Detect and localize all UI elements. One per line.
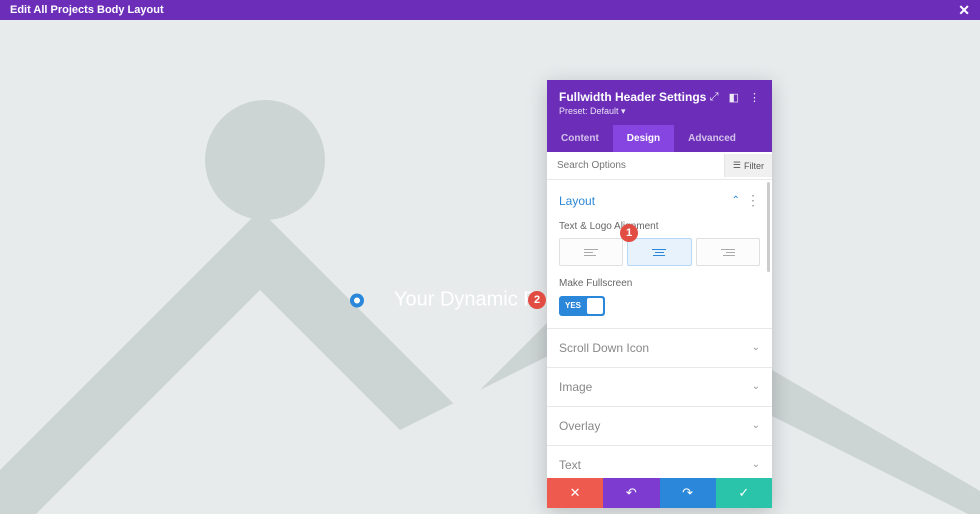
panel-footer: ✕ ↶ ↷ ✓ xyxy=(547,478,772,508)
text-align-label: Text & Logo Alignment xyxy=(559,221,760,232)
section-image-title: Image xyxy=(559,380,592,394)
tabs: Content Design Advanced xyxy=(547,125,772,152)
align-center-button[interactable] xyxy=(627,238,691,266)
section-scroll-title: Scroll Down Icon xyxy=(559,341,649,355)
panel-title: Fullwidth Header Settings xyxy=(559,90,706,104)
section-layout-title: Layout xyxy=(559,194,595,208)
chevron-down-icon: ⌄ xyxy=(752,459,760,470)
section-scroll: Scroll Down Icon ⌄ xyxy=(547,328,772,367)
page-title: Edit All Projects Body Layout xyxy=(10,4,164,16)
more-icon[interactable]: ⋮ xyxy=(749,91,760,104)
section-more-icon[interactable]: ⋮ xyxy=(746,192,760,209)
section-text-header[interactable]: Text ⌄ xyxy=(547,446,772,479)
toggle-yes-label: YES xyxy=(561,301,585,310)
section-overlay-title: Overlay xyxy=(559,419,600,433)
toggle-knob xyxy=(587,298,603,314)
align-center-icon xyxy=(652,249,666,256)
alignment-group xyxy=(559,238,760,266)
section-overlay-header[interactable]: Overlay ⌄ xyxy=(547,407,772,445)
chevron-up-icon: ⌃ xyxy=(732,195,740,206)
section-layout-header[interactable]: Layout ⌃ ⋮ xyxy=(547,180,772,221)
align-left-button[interactable] xyxy=(559,238,623,266)
filter-button[interactable]: ☰ Filter xyxy=(724,154,772,177)
section-image-header[interactable]: Image ⌄ xyxy=(547,368,772,406)
fullscreen-label: Make Fullscreen xyxy=(559,278,760,289)
filter-icon: ☰ xyxy=(733,160,741,171)
expand-icon[interactable]: ⤢ xyxy=(710,91,719,104)
callout-badge-2: 2 xyxy=(528,291,546,309)
section-layout: Layout ⌃ ⋮ Text & Logo Alignment xyxy=(547,179,772,328)
tab-content[interactable]: Content xyxy=(547,125,613,152)
scrollbar[interactable] xyxy=(767,182,770,272)
section-text-title: Text xyxy=(559,458,581,472)
align-right-button[interactable] xyxy=(696,238,760,266)
tab-design[interactable]: Design xyxy=(613,125,674,152)
panel-body: ☰ Filter Layout ⌃ ⋮ Text & Logo Alignmen… xyxy=(547,152,772,478)
search-row: ☰ Filter xyxy=(547,152,772,179)
panel-header-actions: ⤢ ◧ ⋮ xyxy=(710,91,760,104)
top-bar: Edit All Projects Body Layout ✕ xyxy=(0,0,980,20)
canvas xyxy=(0,20,980,514)
search-input[interactable] xyxy=(547,152,724,179)
section-text: Text ⌄ xyxy=(547,445,772,479)
chevron-down-icon: ⌄ xyxy=(752,342,760,353)
chevron-down-icon: ⌄ xyxy=(752,420,760,431)
close-icon[interactable]: ✕ xyxy=(958,2,970,19)
section-image: Image ⌄ xyxy=(547,367,772,406)
save-button[interactable]: ✓ xyxy=(716,478,772,508)
align-left-icon xyxy=(584,249,598,256)
fullscreen-toggle[interactable]: YES xyxy=(559,296,605,316)
tab-advanced[interactable]: Advanced xyxy=(674,125,750,152)
callout-badge-1: 1 xyxy=(620,224,638,242)
chevron-down-icon: ⌄ xyxy=(752,381,760,392)
preset-label[interactable]: Preset: Default ▾ xyxy=(559,106,760,117)
undo-button[interactable]: ↶ xyxy=(603,478,659,508)
snap-icon[interactable]: ◧ xyxy=(729,91,739,104)
align-right-icon xyxy=(721,249,735,256)
section-overlay: Overlay ⌄ xyxy=(547,406,772,445)
dynamic-content-icon[interactable] xyxy=(350,293,364,307)
redo-button[interactable]: ↷ xyxy=(660,478,716,508)
panel-header: Fullwidth Header Settings ⤢ ◧ ⋮ Preset: … xyxy=(547,80,772,125)
filter-label: Filter xyxy=(744,161,764,171)
section-scroll-header[interactable]: Scroll Down Icon ⌄ xyxy=(547,329,772,367)
settings-panel: Fullwidth Header Settings ⤢ ◧ ⋮ Preset: … xyxy=(547,80,772,508)
cancel-button[interactable]: ✕ xyxy=(547,478,603,508)
